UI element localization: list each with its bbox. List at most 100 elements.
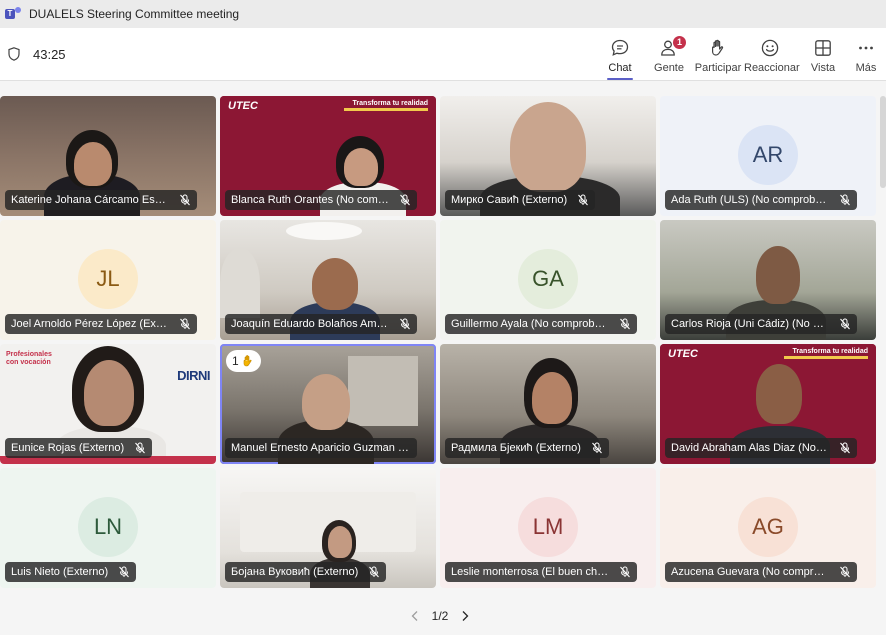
mic-muted-icon — [592, 442, 602, 454]
react-label: Reaccionar — [744, 62, 800, 74]
participant-tile[interactable]: Katerine Johana Cárcamo Escole... — [0, 96, 216, 216]
participant-name: Ada Ruth (ULS) (No comprobado) — [671, 194, 829, 206]
utec-slogan: Transforma tu realidad — [344, 100, 428, 114]
participant-name-tag: Luis Nieto (Externo) — [5, 562, 137, 582]
participant-name-tag: Радмила Бјекић (Externo) — [445, 438, 609, 458]
participant-name-tag: Katerine Johana Cárcamo Escole... — [5, 190, 197, 210]
utec-slogan: Transforma tu realidad — [784, 348, 868, 362]
mic-muted-icon — [400, 194, 410, 206]
participant-tile[interactable]: Carlos Rioja (Uni Cádiz) (No com... — [660, 220, 876, 340]
meeting-toolbar: 43:25 Chat 1 Gente Participar Reaccionar — [0, 28, 886, 81]
participant-name-tag: Бојана Вуковић (Externo) — [225, 562, 387, 582]
participant-name-tag: Ada Ruth (ULS) (No comprobado) — [665, 190, 857, 210]
chevron-left-icon[interactable] — [410, 610, 420, 622]
participant-name-tag: Carlos Rioja (Uni Cádiz) (No com... — [665, 314, 857, 334]
participant-tile[interactable]: UTEC Transforma tu realidad David Abraha… — [660, 344, 876, 464]
participant-tile[interactable]: Profesionales con vocación DIRNI Eunice … — [0, 344, 216, 464]
dirni-logo: DIRNI — [177, 368, 210, 383]
participant-name-tag: David Abraham Alas Diaz (No co... — [665, 438, 857, 458]
more-label: Más — [855, 62, 877, 74]
raise-hand-icon — [243, 355, 252, 367]
participant-name: David Abraham Alas Diaz (No co... — [671, 442, 829, 454]
react-button[interactable]: Reaccionar — [744, 36, 800, 80]
more-button[interactable]: Más — [846, 36, 886, 80]
mic-muted-icon — [400, 318, 410, 330]
participant-name: Azucena Guevara (No comproba... — [671, 566, 829, 578]
promo-text: Profesionales con vocación — [6, 351, 52, 366]
mic-muted-icon — [180, 194, 190, 206]
emoji-icon — [761, 39, 779, 57]
participant-name: Мирко Савић (Externo) — [451, 194, 568, 206]
mic-muted-icon — [840, 194, 850, 206]
participant-name: Manuel Ernesto Aparicio Guzman (Ext... — [231, 442, 411, 454]
participant-avatar: JL — [78, 249, 138, 309]
raised-hand-order: 1 — [232, 354, 239, 368]
gallery-pager: 1/2 — [410, 606, 470, 626]
participant-name-tag: Leslie monterrosa (El buen chocol... — [445, 562, 637, 582]
participant-tile[interactable]: UTEC Transforma tu realidad Blanca Ruth … — [220, 96, 436, 216]
meeting-title: DUALELS Steering Committee meeting — [29, 7, 240, 21]
people-count-badge: 1 — [673, 36, 686, 49]
people-label: Gente — [654, 62, 684, 74]
meeting-timer: 43:25 — [33, 47, 66, 62]
title-bar: T DUALELS Steering Committee meeting — [0, 0, 886, 28]
participant-avatar: LN — [78, 497, 138, 557]
participant-name: Eunice Rojas (Externo) — [11, 442, 125, 454]
participant-name: Guillermo Ayala (No comprobado) — [451, 318, 609, 330]
participant-name: Joaquín Eduardo Bolaños Amaya ... — [231, 318, 389, 330]
people-button[interactable]: 1 Gente — [643, 36, 695, 80]
participant-tile[interactable]: AG Azucena Guevara (No comproba... — [660, 468, 876, 588]
chat-label: Chat — [608, 62, 632, 74]
chevron-right-icon[interactable] — [460, 610, 470, 622]
participant-name-tag: Joel Arnoldo Pérez López (Externo) — [5, 314, 197, 334]
view-label: Vista — [810, 62, 836, 74]
participant-avatar: AR — [738, 125, 798, 185]
chat-icon — [611, 39, 629, 56]
participant-name: Katerine Johana Cárcamo Escole... — [11, 194, 169, 206]
participant-tile[interactable]: 1 Manuel Ernesto Aparicio Guzman (Ext... — [220, 344, 436, 464]
participant-name: Luis Nieto (Externo) — [11, 566, 109, 578]
participant-name: Blanca Ruth Orantes (No compro... — [231, 194, 389, 206]
participant-tile[interactable]: GA Guillermo Ayala (No comprobado) — [440, 220, 656, 340]
teams-logo-icon: T — [5, 7, 21, 21]
mic-muted-icon — [840, 566, 850, 578]
raise-hand-button[interactable]: Participar — [692, 36, 744, 80]
mic-muted-icon — [119, 566, 130, 578]
participant-avatar: AG — [738, 497, 798, 557]
chat-button[interactable]: Chat — [594, 36, 646, 80]
mic-muted-icon — [620, 566, 630, 578]
mic-muted-icon — [840, 318, 850, 330]
participant-tile[interactable]: Мирко Савић (Externo) — [440, 96, 656, 216]
mic-muted-icon — [620, 318, 630, 330]
participant-tile[interactable]: Радмила Бјекић (Externo) — [440, 344, 656, 464]
shield-icon — [8, 47, 20, 61]
mic-muted-icon — [369, 566, 380, 578]
participant-tile[interactable]: LM Leslie monterrosa (El buen chocol... — [440, 468, 656, 588]
mic-muted-icon — [180, 318, 190, 330]
participant-name: Leslie monterrosa (El buen chocol... — [451, 566, 609, 578]
participant-name-tag: Azucena Guevara (No comproba... — [665, 562, 857, 582]
view-button[interactable]: Vista — [797, 36, 849, 80]
utec-logo: UTEC — [228, 100, 258, 112]
participant-tile[interactable]: Joaquín Eduardo Bolaños Amaya ... — [220, 220, 436, 340]
mic-muted-icon — [578, 194, 589, 206]
participant-avatar: GA — [518, 249, 578, 309]
participant-tile[interactable]: Бојана Вуковић (Externo) — [220, 468, 436, 588]
mic-muted-icon — [135, 442, 146, 454]
participant-name-tag: Blanca Ruth Orantes (No compro... — [225, 190, 417, 210]
participant-name-tag: Joaquín Eduardo Bolaños Amaya ... — [225, 314, 417, 334]
participant-name-tag: Мирко Савић (Externo) — [445, 190, 596, 210]
more-icon — [859, 46, 873, 50]
participant-name-tag: Guillermo Ayala (No comprobado) — [445, 314, 637, 334]
page-indicator: 1/2 — [431, 609, 449, 623]
raise-hand-icon — [712, 39, 724, 56]
participant-tile[interactable]: AR Ada Ruth (ULS) (No comprobado) — [660, 96, 876, 216]
grid-view-icon — [815, 40, 831, 56]
participant-name: Бојана Вуковић (Externo) — [231, 566, 359, 578]
active-tab-indicator — [607, 78, 633, 80]
grid-scrollbar[interactable] — [880, 96, 886, 188]
participant-name: Радмила Бјекић (Externo) — [451, 442, 581, 454]
participant-tile[interactable]: JL Joel Arnoldo Pérez López (Externo) — [0, 220, 216, 340]
raise-hand-label: Participar — [694, 62, 742, 74]
participant-tile[interactable]: LN Luis Nieto (Externo) — [0, 468, 216, 588]
